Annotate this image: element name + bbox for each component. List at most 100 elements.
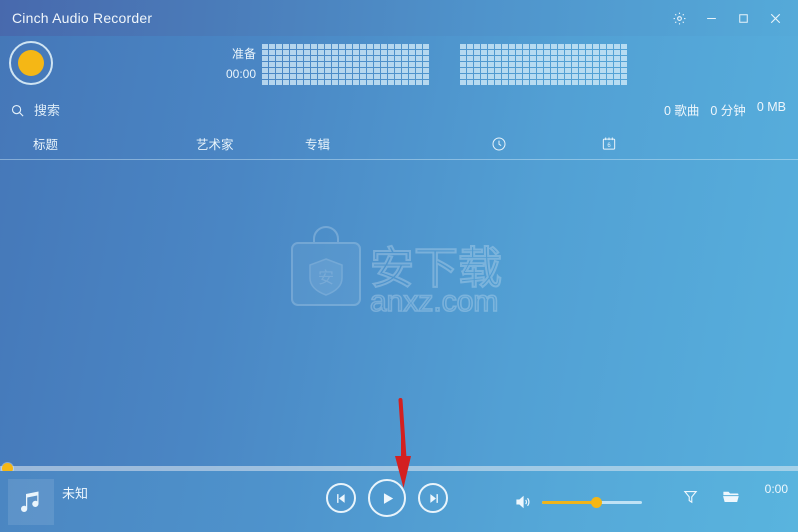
visualizer-block [353, 50, 359, 55]
cinch-audio-recorder-window: Cinch Audio Recorder 准备 00:00 搜索 0 歌曲 0 … [0, 0, 798, 532]
visualizer-block [374, 50, 380, 55]
visualizer-block [395, 44, 401, 49]
open-folder-button[interactable] [721, 487, 740, 506]
visualizer-block [416, 56, 422, 61]
recorder-status: 准备 00:00 [196, 44, 256, 84]
visualizer-block [360, 62, 366, 67]
visualizer-block [262, 68, 268, 73]
visualizer-block [474, 80, 480, 85]
column-header-album[interactable]: 专辑 [305, 128, 330, 159]
visualizer-block [509, 80, 515, 85]
speaker-icon[interactable] [514, 493, 532, 511]
previous-button[interactable] [326, 483, 356, 513]
visualizer-block [614, 68, 620, 73]
visualizer-block [325, 80, 331, 85]
column-header-title[interactable]: 标题 [33, 128, 58, 159]
visualizer-block [367, 50, 373, 55]
visualizer-block [423, 44, 429, 49]
visualizer-block [558, 80, 564, 85]
visualizer-block [367, 74, 373, 79]
visualizer-block [262, 80, 268, 85]
visualizer-block [388, 62, 394, 67]
player-bar: 未知 0:00 [0, 471, 798, 532]
visualizer-block [586, 74, 592, 79]
visualizer-block [416, 62, 422, 67]
visualizer-block [600, 44, 606, 49]
visualizer-block [381, 50, 387, 55]
column-header-date[interactable]: 6 [601, 128, 617, 159]
minimize-button[interactable] [696, 3, 726, 33]
visualizer-block [593, 50, 599, 55]
column-header-duration[interactable] [491, 128, 507, 159]
visualizer-block [467, 56, 473, 61]
visualizer-block [614, 50, 620, 55]
visualizer-block [586, 68, 592, 73]
play-button[interactable] [368, 479, 406, 517]
visualizer-block [586, 44, 592, 49]
visualizer-block [621, 62, 627, 67]
visualizer-block [614, 74, 620, 79]
search-input[interactable] [34, 102, 214, 118]
visualizer-block [346, 68, 352, 73]
visualizer-block [395, 74, 401, 79]
volume-slider[interactable] [542, 496, 642, 508]
visualizer-block [353, 74, 359, 79]
visualizer-block [311, 50, 317, 55]
visualizer-block [339, 68, 345, 73]
visualizer-block [395, 68, 401, 73]
visualizer-block [409, 56, 415, 61]
visualizer-block [346, 80, 352, 85]
visualizer-block [481, 50, 487, 55]
maximize-button[interactable] [728, 3, 758, 33]
search-box[interactable] [10, 102, 214, 118]
visualizer-block [290, 74, 296, 79]
visualizer-block [423, 68, 429, 73]
visualizer-block [509, 68, 515, 73]
visualizer-block [402, 80, 408, 85]
column-header-artist[interactable]: 艺术家 [196, 128, 234, 159]
visualizer-block [516, 44, 522, 49]
visualizer-block [572, 80, 578, 85]
current-track-title: 未知 [62, 486, 89, 501]
settings-button[interactable] [664, 3, 694, 33]
visualizer-block [467, 62, 473, 67]
visualizer-block [614, 44, 620, 49]
visualizer-block [460, 44, 466, 49]
album-art[interactable] [8, 479, 54, 525]
visualizer-block [332, 44, 338, 49]
visualizer-block [297, 74, 303, 79]
search-row: 0 歌曲 0 分钟 0 MB [0, 96, 798, 124]
close-icon [770, 13, 780, 23]
visualizer-block [269, 68, 275, 73]
filter-button[interactable] [682, 488, 699, 505]
visualizer-block [367, 62, 373, 67]
visualizer-block [523, 56, 529, 61]
visualizer-block [360, 80, 366, 85]
close-button[interactable] [760, 3, 790, 33]
music-note-icon [21, 491, 39, 512]
visualizer-block [332, 56, 338, 61]
visualizer-block [332, 62, 338, 67]
funnel-icon [683, 490, 698, 504]
visualizer-block [325, 50, 331, 55]
visualizer-block [416, 44, 422, 49]
watermark-brand: 安下载 [370, 243, 502, 294]
visualizer-block [311, 44, 317, 49]
visualizer-block [509, 44, 515, 49]
visualizer-block [395, 62, 401, 67]
visualizer-block [565, 68, 571, 73]
record-button[interactable] [9, 41, 53, 85]
next-button[interactable] [418, 483, 448, 513]
visualizer-block [530, 62, 536, 67]
volume-slider-handle[interactable] [591, 496, 602, 508]
visualizer-block [565, 62, 571, 67]
visualizer-block [374, 68, 380, 73]
visualizer-block [346, 62, 352, 67]
recorder-elapsed-time: 00:00 [225, 67, 256, 81]
record-dot-icon [18, 50, 44, 76]
visualizer-block [332, 68, 338, 73]
visualizer-block [297, 68, 303, 73]
visualizer-block [488, 80, 494, 85]
visualizer-block [381, 56, 387, 61]
visualizer-block [530, 44, 536, 49]
